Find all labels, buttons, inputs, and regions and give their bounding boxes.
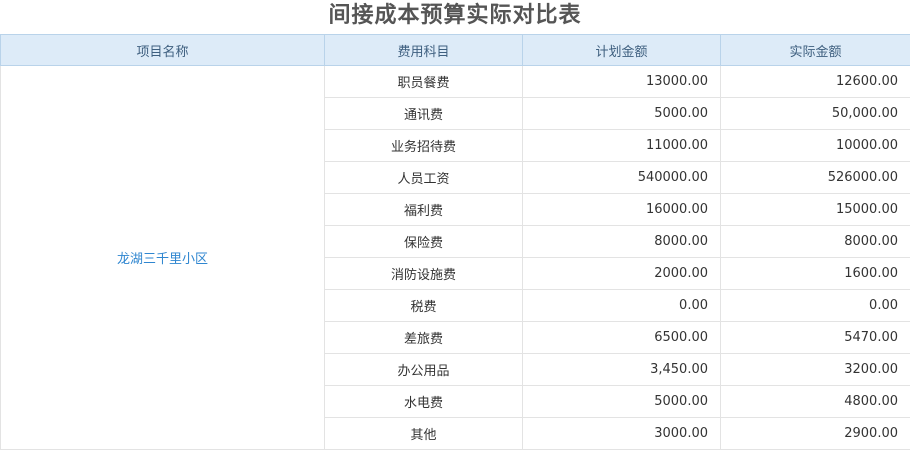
- subject-cell: 通讯费: [324, 97, 523, 130]
- table-header-row: 项目名称 费用科目 计划金额 实际金额: [0, 34, 910, 66]
- subject-cell: 保险费: [324, 225, 523, 258]
- column-header-actual: 实际金额: [720, 34, 910, 66]
- actual-amount-cell: 1600.00: [720, 257, 910, 290]
- project-name-link[interactable]: 龙湖三千里小区: [0, 65, 325, 450]
- subject-cell: 办公用品: [324, 353, 523, 386]
- budget-comparison-table: 项目名称 费用科目 计划金额 实际金额 龙湖三千里小区 职员餐费 13000.00 1…: [0, 34, 910, 450]
- column-header-planned: 计划金额: [522, 34, 721, 66]
- planned-amount-cell: 5000.00: [522, 97, 721, 130]
- actual-amount-cell: 8000.00: [720, 225, 910, 258]
- actual-amount-cell: 526000.00: [720, 161, 910, 194]
- table-body: 龙湖三千里小区 职员餐费 13000.00 12600.00 通讯费 5000.00 50,…: [0, 65, 910, 450]
- planned-amount-cell: 0.00: [522, 289, 721, 322]
- actual-amount-cell: 0.00: [720, 289, 910, 322]
- subject-cell: 其他: [324, 417, 523, 450]
- planned-amount-cell: 13000.00: [522, 65, 721, 98]
- subject-cell: 职员餐费: [324, 65, 523, 98]
- planned-amount-cell: 540000.00: [522, 161, 721, 194]
- planned-amount-cell: 3000.00: [522, 417, 721, 450]
- actual-amount-cell: 3200.00: [720, 353, 910, 386]
- column-header-subject: 费用科目: [324, 34, 523, 66]
- planned-amount-cell: 5000.00: [522, 385, 721, 418]
- subject-cell: 税费: [324, 289, 523, 322]
- planned-amount-cell: 8000.00: [522, 225, 721, 258]
- actual-amount-cell: 10000.00: [720, 129, 910, 162]
- planned-amount-cell: 11000.00: [522, 129, 721, 162]
- actual-amount-cell: 50,000.00: [720, 97, 910, 130]
- subject-cell: 福利费: [324, 193, 523, 226]
- actual-amount-cell: 2900.00: [720, 417, 910, 450]
- planned-amount-cell: 2000.00: [522, 257, 721, 290]
- planned-amount-cell: 3,450.00: [522, 353, 721, 386]
- subject-cell: 业务招待费: [324, 129, 523, 162]
- planned-amount-cell: 6500.00: [522, 321, 721, 354]
- table-row: 龙湖三千里小区 职员餐费 13000.00 12600.00: [0, 65, 910, 450]
- actual-amount-cell: 4800.00: [720, 385, 910, 418]
- actual-amount-cell: 15000.00: [720, 193, 910, 226]
- column-header-project: 项目名称: [0, 34, 325, 66]
- subject-cell: 消防设施费: [324, 257, 523, 290]
- actual-amount-cell: 5470.00: [720, 321, 910, 354]
- actual-amount-cell: 12600.00: [720, 65, 910, 98]
- subject-cell: 差旅费: [324, 321, 523, 354]
- subject-cell: 人员工资: [324, 161, 523, 194]
- subject-cell: 水电费: [324, 385, 523, 418]
- report-title: 间接成本预算实际对比表: [328, 3, 582, 28]
- planned-amount-cell: 16000.00: [522, 193, 721, 226]
